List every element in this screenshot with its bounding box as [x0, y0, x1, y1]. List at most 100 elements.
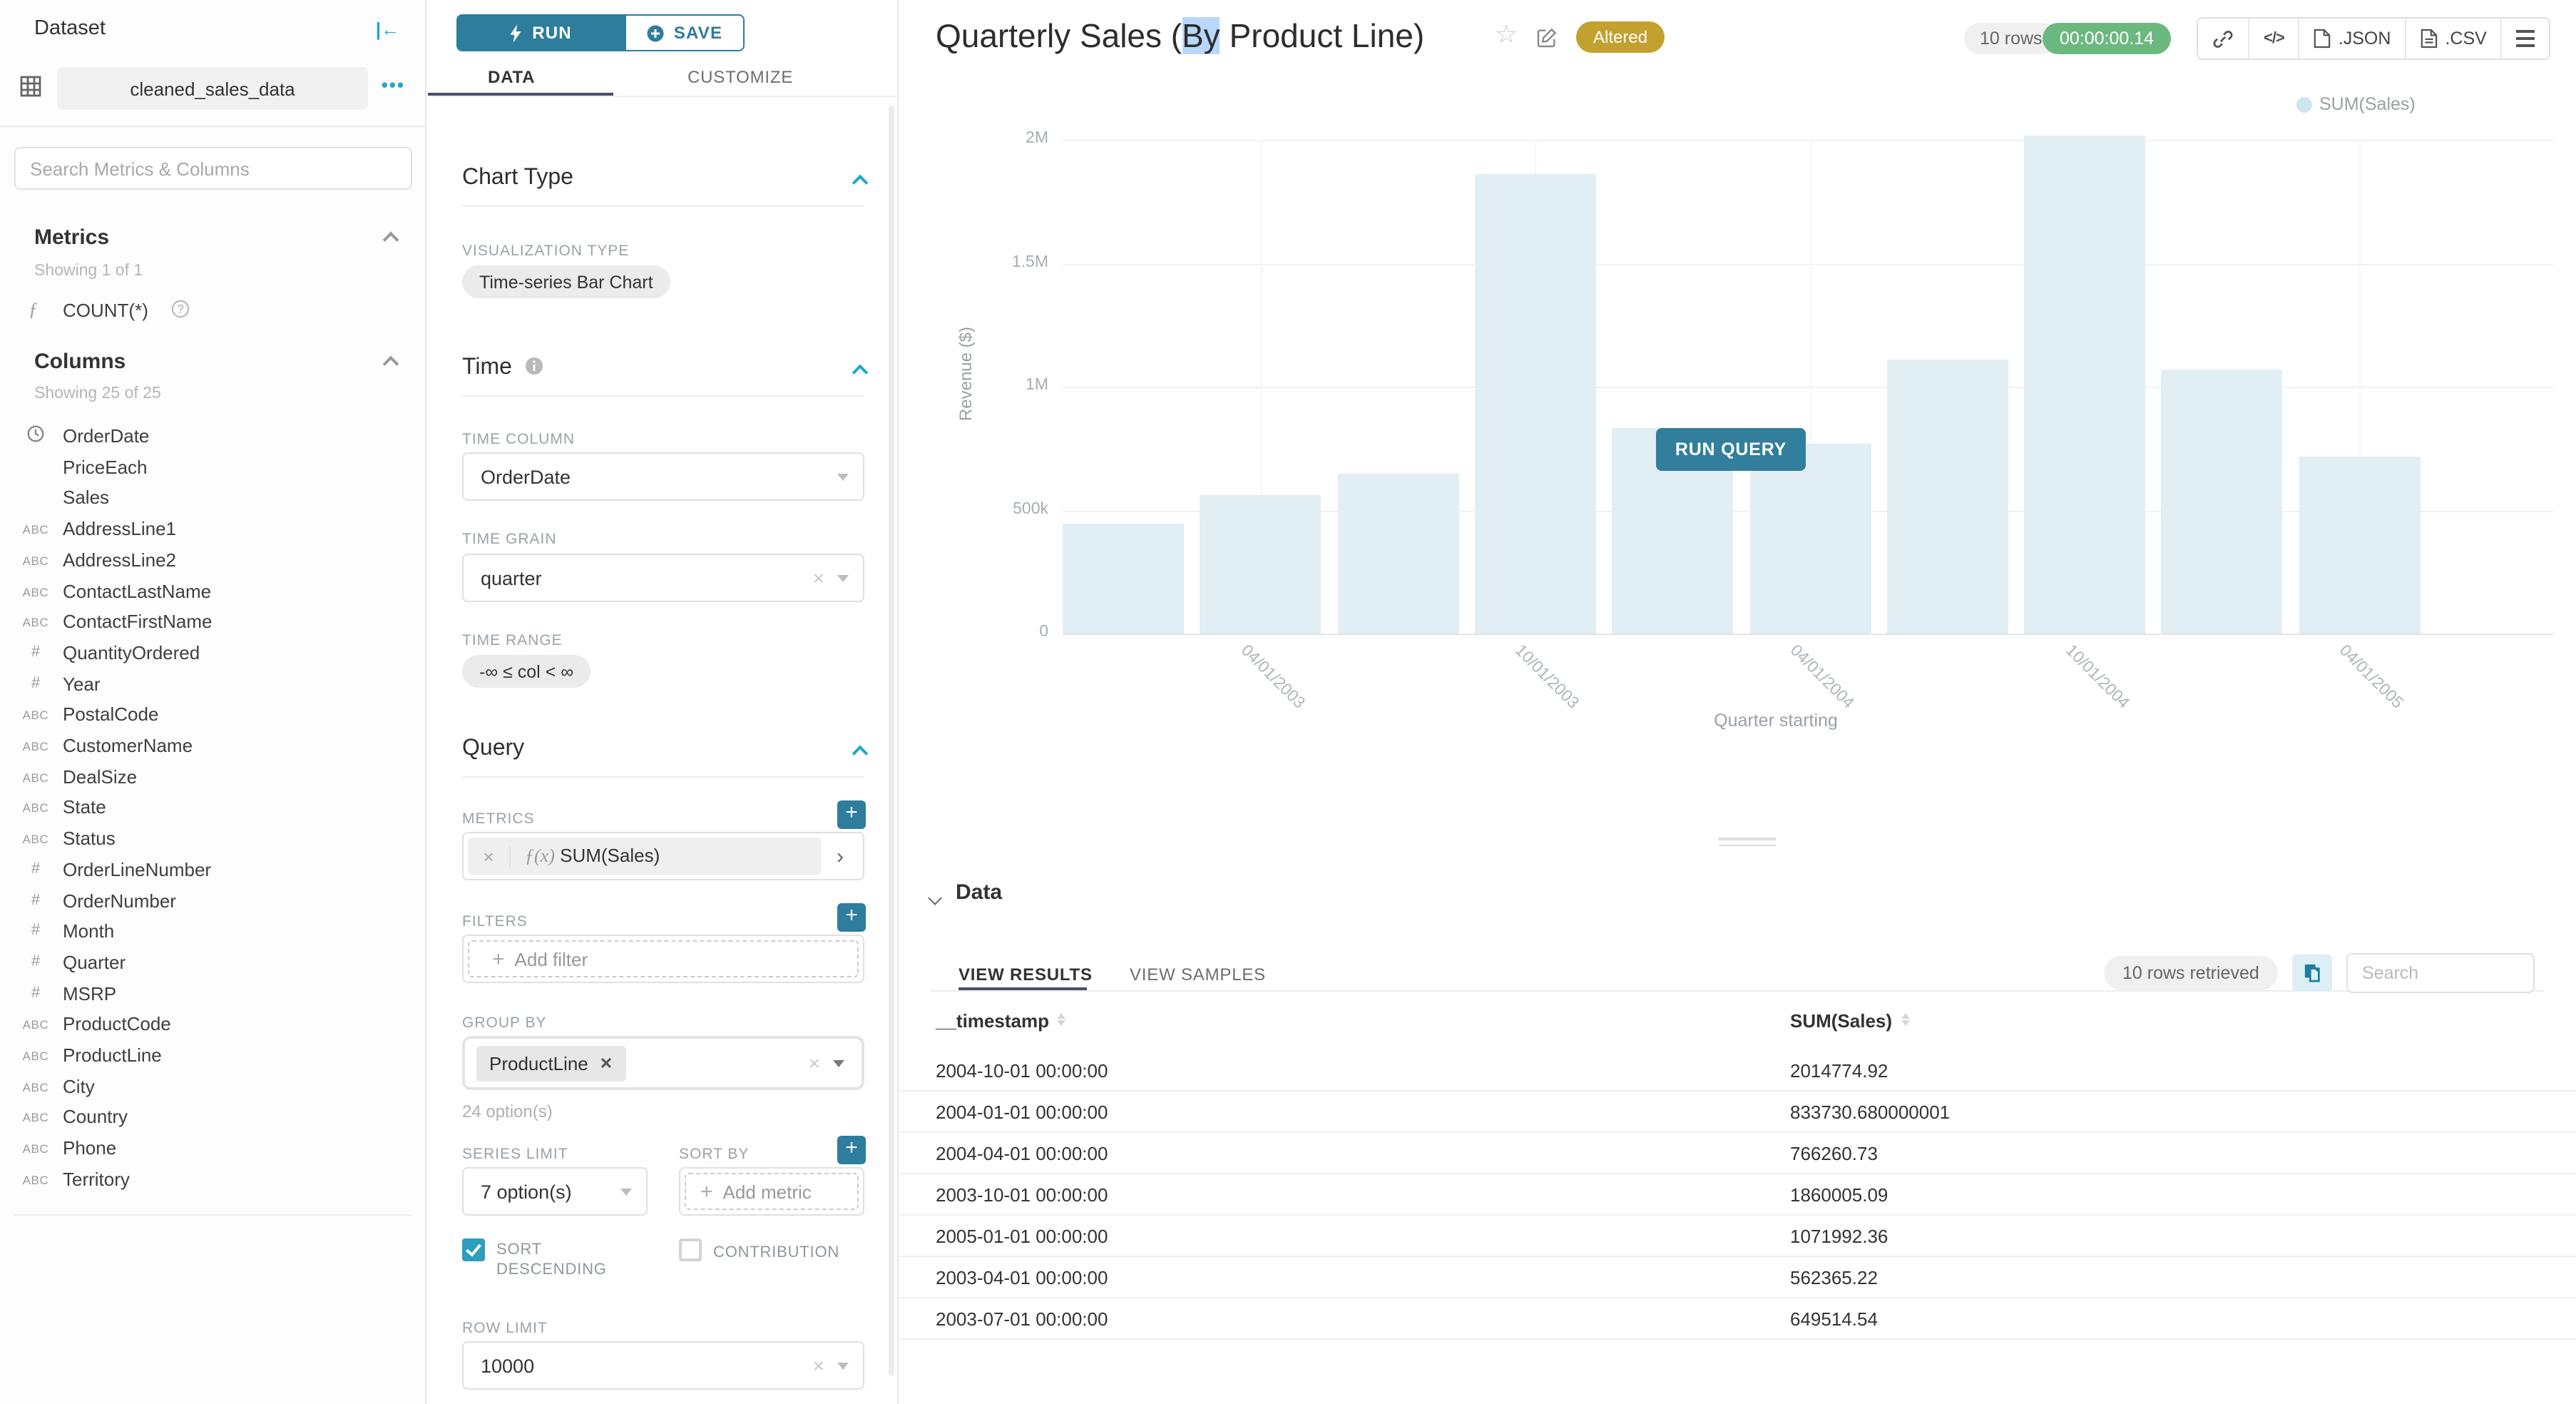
bar-2005-04-01[interactable] [2299, 456, 2420, 634]
export-json-button[interactable]: .JSON [2300, 19, 2407, 58]
column-item-ContactFirstName[interactable]: ABCContactFirstName [0, 606, 425, 638]
bar-2004-04-01[interactable] [1749, 444, 1871, 634]
edit-title-icon[interactable] [1536, 27, 1558, 49]
clear-icon[interactable]: × [813, 568, 824, 588]
column-item-Sales[interactable]: Sales [0, 483, 425, 514]
dataset-more-menu[interactable]: ••• [382, 74, 405, 96]
column-item-OrderLineNumber[interactable]: #OrderLineNumber [0, 855, 425, 886]
contribution-checkbox[interactable] [679, 1238, 702, 1261]
column-item-OrderNumber[interactable]: #OrderNumber [0, 885, 425, 917]
panel-resize-handle[interactable] [1719, 838, 1776, 850]
column-item-PostalCode[interactable]: ABCPostalCode [0, 700, 425, 731]
table-row-1: 2004-01-01 00:00:00833730.680000001 [899, 1092, 2576, 1133]
add-filter-dropzone[interactable]: + Add filter [468, 940, 859, 977]
chart-type-section-title: Chart Type [462, 166, 573, 191]
run-query-overlay-button[interactable]: RUN QUERY [1656, 428, 1806, 471]
bar-2005-01-01[interactable] [2162, 369, 2283, 634]
bar-2003-10-01[interactable] [1475, 174, 1596, 634]
column-item-DealSize[interactable]: ABCDealSize [0, 761, 425, 793]
data-panel-collapse-icon[interactable] [928, 891, 942, 905]
group-by-select[interactable]: ProductLine✕ × [462, 1036, 864, 1090]
add-metric-button[interactable]: + [837, 800, 866, 829]
column-item-City[interactable]: ABCCity [0, 1071, 425, 1102]
group-by-chip[interactable]: ProductLine✕ [476, 1045, 625, 1081]
save-button[interactable]: SAVE [625, 14, 745, 51]
bar-2003-04-01[interactable] [1200, 494, 1322, 634]
export-csv-button[interactable]: .CSV [2406, 19, 2502, 58]
column-item-Quarter[interactable]: #Quarter [0, 947, 425, 979]
scrollbar[interactable] [889, 106, 894, 1375]
column-label: ProductCode [63, 1014, 171, 1035]
series-limit-select[interactable]: 7 option(s) [462, 1167, 648, 1216]
metric-list-item[interactable]: ƒ COUNT(*) ? [0, 298, 425, 330]
column-item-Status[interactable]: ABCStatus [0, 823, 425, 855]
search-metrics-columns-input[interactable] [14, 147, 412, 190]
metric-pill[interactable]: × ƒ(x) SUM(Sales) [468, 838, 822, 875]
copy-data-button[interactable] [2292, 955, 2332, 992]
column-item-AddressLine2[interactable]: ABCAddressLine2 [0, 545, 425, 576]
run-button[interactable]: RUN [456, 14, 625, 51]
column-item-Territory[interactable]: ABCTerritory [0, 1164, 425, 1196]
copy-link-button[interactable] [2198, 19, 2249, 58]
column-item-PriceEach[interactable]: PriceEach [0, 452, 425, 483]
text-type-icon: ABC [17, 1049, 54, 1063]
menu-button[interactable] [2503, 19, 2550, 58]
favorite-star-icon[interactable]: ☆ [1495, 20, 1518, 50]
column-header-sum-sales[interactable]: SUM(Sales) [1790, 1010, 1909, 1032]
remove-metric-icon[interactable]: × [468, 845, 511, 867]
columns-showing-count: Showing 25 of 25 [34, 385, 161, 402]
x-tick-04/01/2003: 04/01/2003 [1237, 642, 1307, 712]
column-item-CustomerName[interactable]: ABCCustomerName [0, 731, 425, 762]
column-item-State[interactable]: ABCState [0, 793, 425, 824]
altered-badge[interactable]: Altered [1576, 21, 1665, 53]
sort-descending-checkbox[interactable] [462, 1238, 485, 1261]
column-item-Year[interactable]: #Year [0, 668, 425, 700]
tab-customize[interactable]: CUSTOMIZE [688, 67, 793, 87]
tab-view-results[interactable]: VIEW RESULTS [959, 965, 1093, 985]
text-type-icon: ABC [17, 708, 54, 723]
column-item-QuantityOrdered[interactable]: #QuantityOrdered [0, 638, 425, 669]
visualization-type-value[interactable]: Time-series Bar Chart [462, 265, 670, 298]
bar-2004-10-01[interactable] [2024, 136, 2145, 634]
sort-by-dropzone[interactable]: + Add metric [685, 1173, 859, 1210]
tab-view-samples[interactable]: VIEW SAMPLES [1130, 965, 1266, 985]
columns-collapse-icon[interactable] [383, 356, 399, 372]
results-search-input[interactable] [2346, 953, 2535, 993]
query-collapse-icon[interactable] [852, 746, 869, 762]
clear-icon[interactable]: × [809, 1053, 820, 1073]
column-item-MSRP[interactable]: #MSRP [0, 978, 425, 1009]
column-item-AddressLine1[interactable]: ABCAddressLine1 [0, 514, 425, 545]
chevron-down-icon [837, 473, 849, 480]
bar-2003-01-01[interactable] [1063, 524, 1184, 634]
time-range-value[interactable]: -∞ ≤ col < ∞ [462, 655, 591, 688]
collapse-sidebar-icon[interactable]: |← [376, 19, 399, 40]
column-item-ProductLine[interactable]: ABCProductLine [0, 1040, 425, 1072]
chart-legend[interactable]: SUM(Sales) [2296, 94, 2416, 114]
column-item-ProductCode[interactable]: ABCProductCode [0, 1009, 425, 1041]
chart-type-collapse-icon[interactable] [852, 175, 869, 191]
column-item-Country[interactable]: ABCCountry [0, 1102, 425, 1134]
clear-icon[interactable]: × [813, 1355, 824, 1375]
add-filter-button[interactable]: + [837, 903, 866, 932]
link-icon [2212, 28, 2234, 49]
column-item-OrderDate[interactable]: OrderDate [0, 421, 425, 452]
row-limit-select[interactable]: 10000 × [462, 1341, 864, 1390]
main-area: Quarterly Sales (By Product Line) ☆ Alte… [899, 0, 2576, 1404]
metrics-collapse-icon[interactable] [383, 232, 399, 248]
column-header-timestamp[interactable]: __timestamp [936, 1010, 1066, 1032]
dataset-name[interactable]: cleaned_sales_data [57, 67, 368, 110]
time-grain-select[interactable]: quarter × [462, 554, 864, 602]
column-item-Phone[interactable]: ABCPhone [0, 1133, 425, 1164]
time-column-select[interactable]: OrderDate [462, 452, 864, 501]
column-item-Month[interactable]: #Month [0, 916, 425, 947]
add-sort-metric-button[interactable]: + [837, 1136, 866, 1164]
chart-title[interactable]: Quarterly Sales (By Product Line) [936, 17, 1424, 56]
chevron-right-icon[interactable]: › [822, 838, 859, 875]
remove-chip-icon[interactable]: ✕ [600, 1054, 613, 1072]
column-item-ContactLastName[interactable]: ABCContactLastName [0, 576, 425, 607]
bar-2003-07-01[interactable] [1337, 473, 1458, 634]
embed-code-button[interactable]: </> [2249, 19, 2300, 58]
tab-data[interactable]: DATA [488, 67, 535, 87]
time-collapse-icon[interactable] [852, 365, 869, 381]
bar-2004-07-01[interactable] [1887, 360, 2008, 634]
